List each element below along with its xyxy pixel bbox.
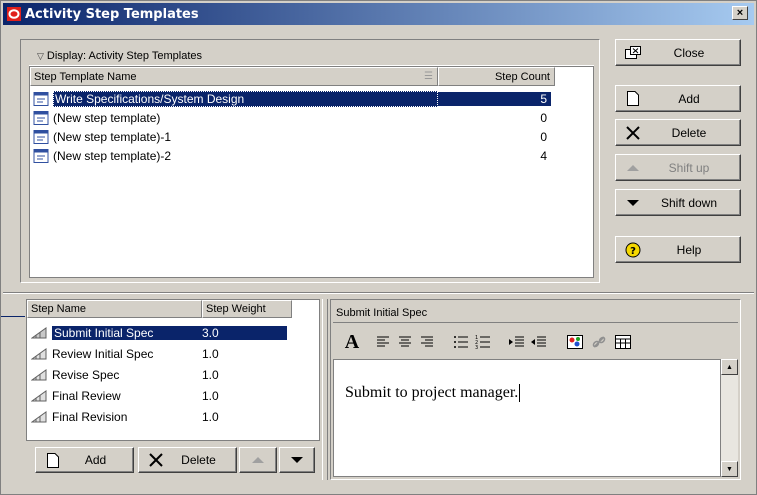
align-center-icon[interactable] <box>397 331 413 353</box>
editor-title: Submit Initial Spec <box>333 303 738 323</box>
delete-x-icon <box>622 125 644 140</box>
new-document-icon <box>42 452 64 468</box>
outdent-icon[interactable] <box>531 331 547 353</box>
sort-icon: ☰ <box>424 71 433 82</box>
table-row[interactable]: (New step template)-2 4 <box>30 146 555 165</box>
close-window-icon <box>622 45 644 60</box>
step-row[interactable]: Final Revision 1.0 <box>27 406 292 427</box>
step-row[interactable]: Revise Spec 1.0 <box>27 364 292 385</box>
svg-text:3: 3 <box>475 345 478 351</box>
vertical-splitter[interactable] <box>322 299 328 480</box>
step-move-down-button[interactable] <box>279 447 315 473</box>
close-button[interactable]: Close <box>615 39 741 66</box>
notes-scrollbar[interactable]: ▲ ▼ <box>721 359 738 477</box>
step-icon <box>31 347 47 359</box>
column-header-step-weight[interactable]: Step Weight <box>202 300 292 318</box>
numbered-list-icon[interactable]: 123 <box>475 331 491 353</box>
svg-text:?: ? <box>630 246 636 257</box>
scroll-up-button[interactable]: ▲ <box>721 359 738 375</box>
template-icon <box>33 129 49 144</box>
indent-icon[interactable] <box>509 331 525 353</box>
column-header-step-name[interactable]: Step Name <box>27 300 202 318</box>
table-row[interactable]: Write Specifications/System Design 5 <box>30 89 555 108</box>
steps-table-header: Step Name Step Weight <box>27 300 319 318</box>
title-bar: Activity Step Templates × <box>3 3 754 25</box>
collapse-chevron-icon[interactable]: ▽ <box>37 51 44 62</box>
display-label: Display: Activity Step Templates <box>46 50 203 62</box>
new-document-icon <box>622 91 644 106</box>
notes-text: Submit to project manager. <box>345 384 521 403</box>
scroll-down-button[interactable]: ▼ <box>721 461 738 477</box>
step-delete-button[interactable]: Delete <box>138 447 237 473</box>
arrow-down-icon <box>622 199 644 207</box>
window-close-button[interactable]: × <box>732 6 748 20</box>
format-toolbar: A 123 <box>333 327 738 357</box>
text-caret <box>519 384 521 403</box>
table-row[interactable]: (New step template)-1 0 <box>30 127 555 146</box>
arrow-down-icon <box>291 457 303 463</box>
help-button[interactable]: ? Help <box>615 236 741 263</box>
templates-table-header: Step Template Name ☰ Step Count <box>30 67 593 86</box>
pointer-line <box>1 316 25 317</box>
window-title: Activity Step Templates <box>25 6 199 22</box>
align-right-icon[interactable] <box>419 331 435 353</box>
arrow-up-icon <box>252 457 264 463</box>
templates-table: Step Template Name ☰ Step Count Write Sp… <box>29 66 594 278</box>
template-icon <box>33 91 49 106</box>
insert-image-icon[interactable] <box>567 331 583 353</box>
column-header-template-name[interactable]: Step Template Name ☰ <box>30 67 438 86</box>
step-icon <box>31 389 47 401</box>
link-icon[interactable] <box>591 331 607 353</box>
column-header-step-count[interactable]: Step Count <box>438 67 555 86</box>
insert-table-icon[interactable] <box>615 331 631 353</box>
delete-x-icon <box>145 453 167 467</box>
table-row[interactable]: (New step template) 0 <box>30 108 555 127</box>
font-icon[interactable]: A <box>339 331 365 353</box>
template-icon <box>33 148 49 163</box>
shift-up-button[interactable]: Shift up <box>615 154 741 181</box>
step-row[interactable]: Review Initial Spec 1.0 <box>27 343 292 364</box>
dialog-window: Activity Step Templates × ▽ Display: Act… <box>0 0 757 495</box>
delete-button[interactable]: Delete <box>615 119 741 146</box>
step-icon <box>31 410 47 422</box>
step-icon <box>31 326 47 338</box>
horizontal-separator[interactable] <box>3 292 754 294</box>
steps-table: Step Name Step Weight Submit Initial Spe… <box>26 299 320 441</box>
step-add-button[interactable]: Add <box>35 447 134 473</box>
bullet-list-icon[interactable] <box>453 331 469 353</box>
notes-textarea[interactable]: Submit to project manager. <box>333 359 721 477</box>
help-icon: ? <box>622 242 644 258</box>
add-button[interactable]: Add <box>615 85 741 112</box>
template-icon <box>33 110 49 125</box>
shift-down-button[interactable]: Shift down <box>615 189 741 216</box>
align-left-icon[interactable] <box>375 331 391 353</box>
step-move-up-button[interactable] <box>239 447 277 473</box>
arrow-up-icon <box>622 164 644 172</box>
step-row[interactable]: Final Review 1.0 <box>27 385 292 406</box>
step-icon <box>31 368 47 380</box>
display-header[interactable]: ▽ Display: Activity Step Templates <box>29 47 594 66</box>
step-row[interactable]: Submit Initial Spec 3.0 <box>27 322 292 343</box>
app-logo-icon <box>7 7 21 21</box>
